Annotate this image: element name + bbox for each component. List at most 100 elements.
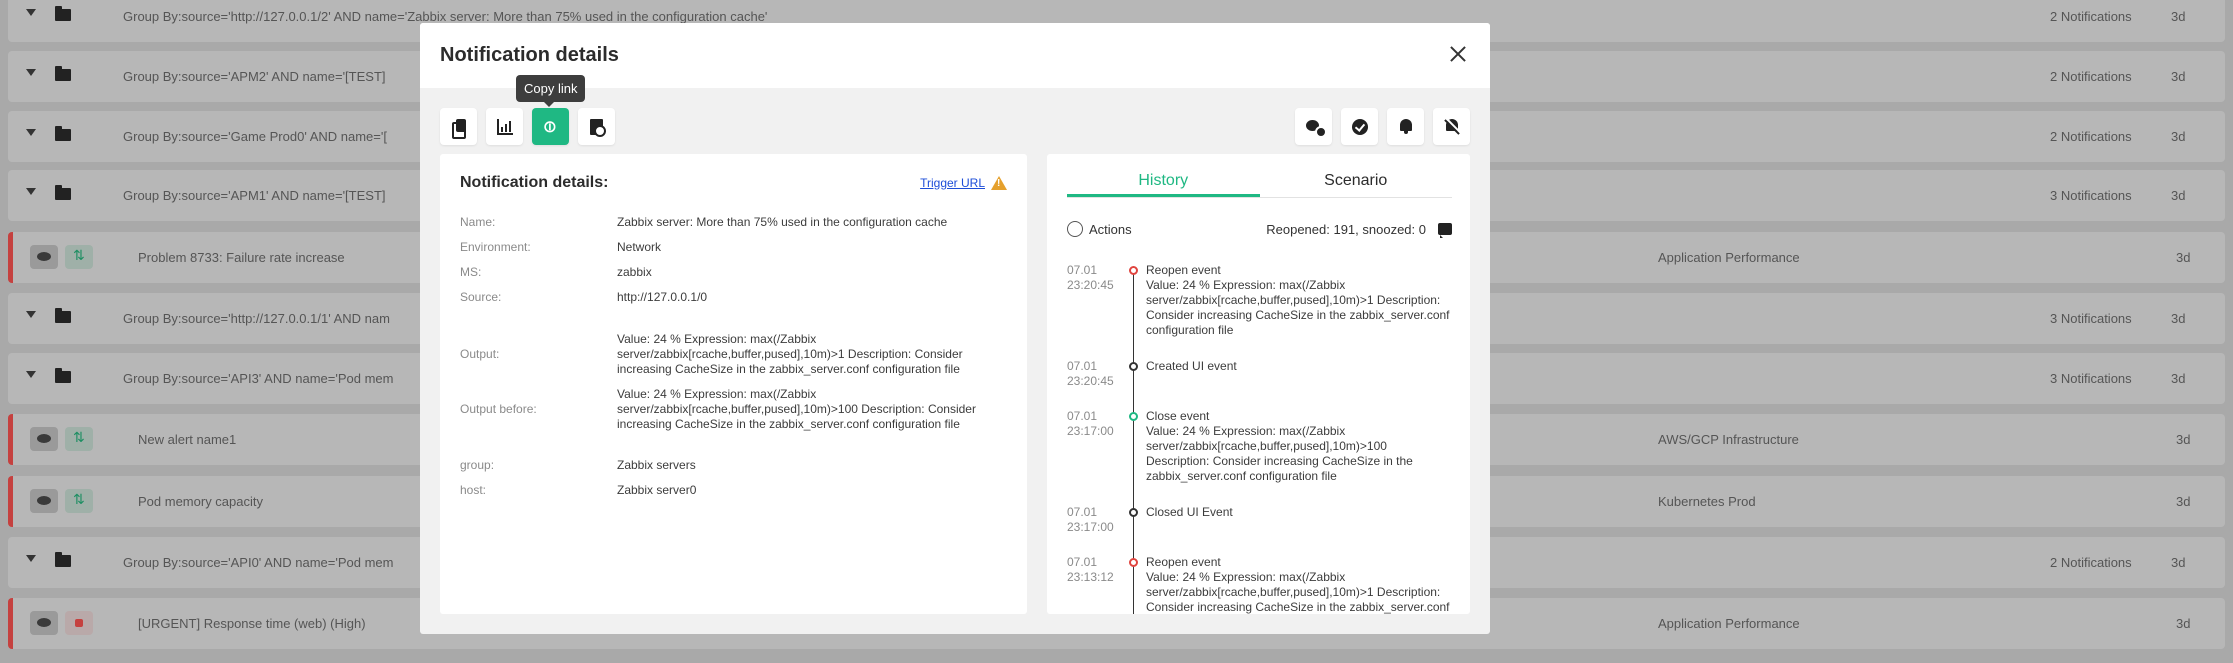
comment-icon [1305,119,1327,138]
trigger-url: Trigger URL [920,176,1007,190]
chevron-down-icon[interactable] [26,188,36,195]
field-environment: Environment: Network [460,240,1012,255]
tab-scenario[interactable]: Scenario [1260,168,1453,197]
chevron-down-icon[interactable] [26,129,36,136]
modal-title: Notification details [440,44,619,66]
document-button[interactable] [578,108,615,145]
history-tabs: History Scenario [1067,168,1452,198]
status-dot [1129,558,1138,567]
eye-icon[interactable] [30,245,58,269]
event-date: 07.01 [1067,555,1098,569]
chevron-down-icon[interactable] [26,555,36,562]
event-time: 23:20:45 [1067,278,1114,292]
chat-icon[interactable] [1438,223,1452,238]
mute-button[interactable] [1433,108,1470,145]
folder-icon [55,6,71,21]
row-count: 3 Notifications [2050,371,2132,386]
toolbar-right [1295,108,1470,145]
field-value: Zabbix server0 [617,483,697,497]
acknowledge-icon[interactable] [65,427,93,451]
field-ms: MS: zabbix [460,265,1012,280]
resolve-button[interactable] [1341,108,1378,145]
event-time: 23:17:00 [1067,424,1114,438]
check-circle-icon [1351,118,1368,135]
close-icon[interactable] [1446,42,1470,66]
bell-off-icon [1444,118,1460,135]
event-date: 07.01 [1067,409,1098,423]
row-age: 3d [2171,371,2186,386]
field-output: Output: Value: 24 % Expression: max(/Zab… [460,332,1012,377]
row-age: 3d [2176,616,2191,631]
eye-icon[interactable] [30,611,58,635]
row-age: 3d [2176,494,2191,509]
field-value: Value: 24 % Expression: max(/Zabbix serv… [617,387,976,431]
actions-radio[interactable] [1067,221,1083,237]
row-title: Group By:source='http://127.0.0.1/2' AND… [123,9,768,24]
row-tag: AWS/GCP Infrastructure [1658,432,1799,447]
comment-button[interactable] [1295,108,1332,145]
chart-icon [496,118,513,135]
field-value: zabbix [617,265,652,279]
folder-icon [55,185,71,200]
eye-icon[interactable] [30,427,58,451]
history-panel: History Scenario Actions Reopened: 191, … [1047,154,1470,614]
acknowledge-icon[interactable] [65,245,93,269]
field-label: MS: [460,265,482,279]
row-title: Group By:source='Game Prod0' AND name='[ [123,129,387,144]
row-age: 3d [2171,311,2186,326]
row-title: Pod memory capacity [138,494,263,509]
bell-icon [1399,119,1413,134]
acknowledge-icon[interactable] [65,489,93,513]
chevron-down-icon[interactable] [26,9,36,16]
folder-icon [55,126,71,141]
chart-button[interactable] [486,108,523,145]
snooze-button[interactable] [1387,108,1424,145]
field-group: group: Zabbix servers [460,458,1012,473]
chevron-down-icon[interactable] [26,311,36,318]
toolbar-left: ⊘ [440,108,615,145]
event-text: Value: 24 % Expression: max(/Zabbix serv… [1146,570,1450,614]
row-tag: Application Performance [1658,250,1800,265]
folder-icon [55,66,71,81]
document-icon [590,118,606,137]
row-title: Problem 8733: Failure rate increase [138,250,345,265]
eye-icon[interactable] [30,489,58,513]
copy-link-tooltip: Copy link [516,75,586,107]
event-text: Value: 24 % Expression: max(/Zabbix serv… [1146,278,1450,337]
field-label: Source: [460,290,502,304]
field-value: Network [617,240,662,254]
notification-details-modal: Notification details ⊘ Copy link Notific… [420,23,1490,634]
tab-history[interactable]: History [1067,168,1260,197]
field-label: Output: [460,347,500,361]
field-value: Value: 24 % Expression: max(/Zabbix serv… [617,332,963,376]
event-date: 07.01 [1067,359,1098,373]
field-output-before: Output before: Value: 24 % Expression: m… [460,387,1012,432]
field-value: Zabbix servers [617,458,696,472]
row-title: [URGENT] Response time (web) (High) [138,616,366,631]
field-label: Name: [460,215,496,229]
status-dot [1129,266,1138,275]
chevron-down-icon[interactable] [26,371,36,378]
row-age: 3d [2176,250,2191,265]
urgent-icon[interactable] [65,611,93,635]
row-age: 3d [2171,188,2186,203]
row-age: 3d [2171,69,2186,84]
field-name: Name: Zabbix server: More than 75% used … [460,215,1012,230]
field-value: http://127.0.0.1/0 [617,290,708,304]
row-title: Group By:source='API3' AND name='Pod mem [123,371,394,386]
row-count: 3 Notifications [2050,311,2132,326]
event-title: Reopen event [1146,555,1221,569]
copy-button[interactable] [440,108,477,145]
row-title: New alert name1 [138,432,237,447]
reopen-stats: Reopened: 191, snoozed: 0 [1266,221,1426,237]
copy-link-button[interactable]: ⊘ [532,108,569,145]
event-date: 07.01 [1067,505,1098,519]
row-age: 3d [2171,9,2186,24]
actions-row: Actions Reopened: 191, snoozed: 0 [1067,221,1452,238]
row-count: 2 Notifications [2050,555,2132,570]
status-dot [1129,508,1138,517]
row-title: Group By:source='API0' AND name='Pod mem [123,555,394,570]
chevron-down-icon[interactable] [26,69,36,76]
trigger-url-link[interactable]: Trigger URL [920,176,985,190]
event-title: Created UI event [1146,359,1237,373]
